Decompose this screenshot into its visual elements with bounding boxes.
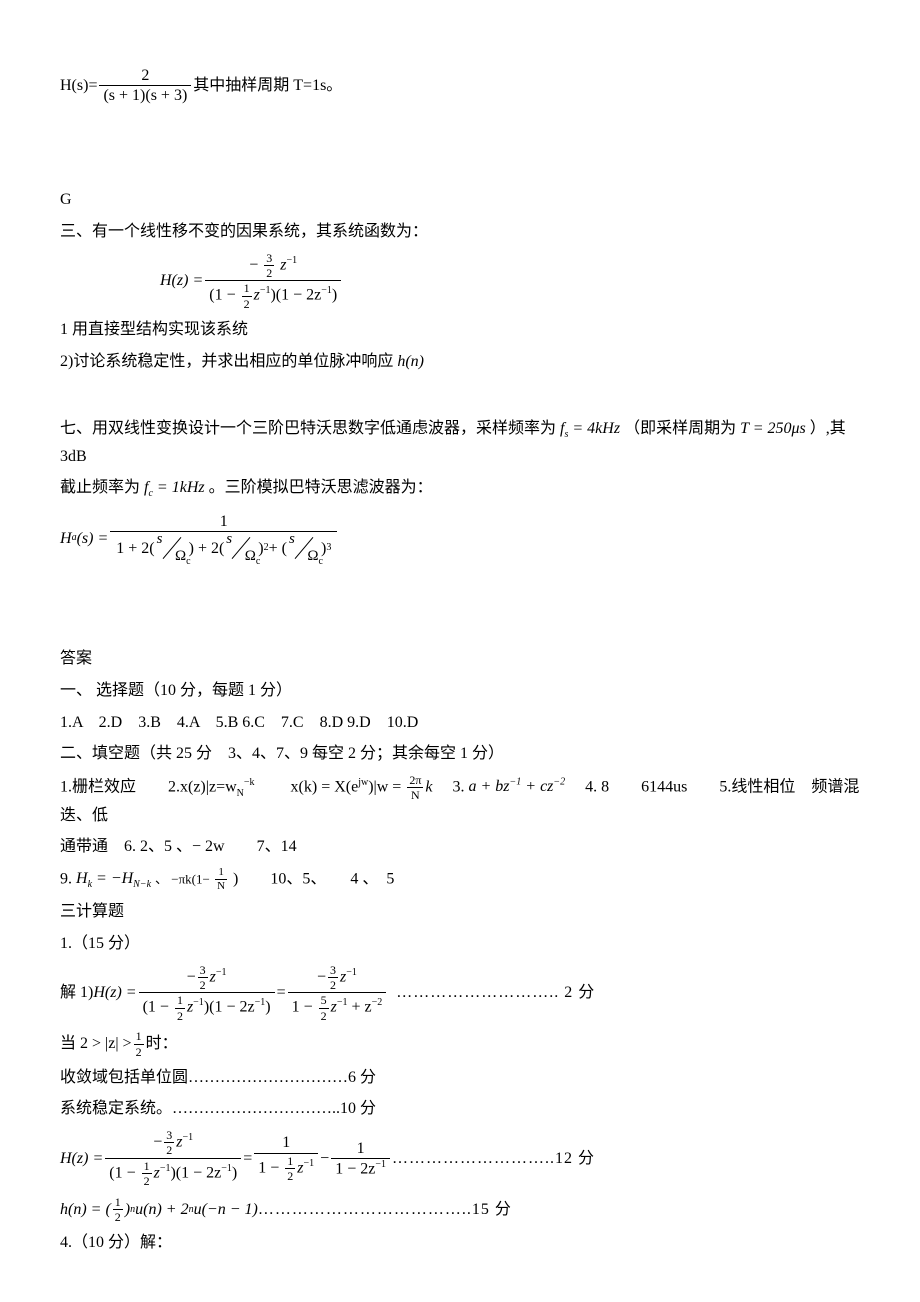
g-label: G bbox=[60, 187, 860, 213]
cs6-c: u(n) + 2 bbox=[135, 1197, 188, 1223]
q7f-lhs: H bbox=[60, 526, 72, 552]
ans-header: 答案 bbox=[60, 646, 860, 672]
af3-c: ) 10、5、 4 、 5 bbox=[233, 870, 394, 887]
calc-s3: 收敛域包括单位圆…………………………6 分 bbox=[60, 1065, 860, 1091]
cs2-b: 时： bbox=[146, 1031, 178, 1057]
q7-e: 。三阶模拟巴特沃思滤波器为： bbox=[209, 479, 433, 496]
cs5-frac1: −32z−1 (1 − 12z−1)(1 − 2z−1) bbox=[105, 1128, 241, 1189]
af1-c: 3. bbox=[436, 778, 464, 795]
af3-a: 9. bbox=[60, 870, 76, 887]
cs1-mid: = bbox=[277, 980, 286, 1006]
ans-fill1: 1.栅栏效应 2.x(z)|z=wN−k x(k) = X(ejw)|w = 2… bbox=[60, 773, 860, 828]
calc1: 1.（15 分） bbox=[60, 931, 860, 957]
cs5-frac3: 1 1 − 2z−1 bbox=[331, 1139, 390, 1179]
calc-title: 三计算题 bbox=[60, 899, 860, 925]
calc-s4: 系统稳定系统。…………………………..10 分 bbox=[60, 1096, 860, 1122]
af3-frac: 1N bbox=[215, 866, 227, 893]
cs5-lhs: H(z) = bbox=[60, 1146, 103, 1172]
cs5-mid: = bbox=[243, 1146, 252, 1172]
calc4: 4.（10 分）解： bbox=[60, 1230, 860, 1256]
ans-fill2: 通带通 6. 2、5 、− 2w 7、14 bbox=[60, 834, 860, 860]
ans-mc-title: 一、 选择题（10 分，每题 1 分） bbox=[60, 678, 860, 704]
cs1-frac2: −32z−1 1 − 52z−1 + z−2 bbox=[288, 963, 387, 1024]
cs5-dots: ………………………..12 分 bbox=[392, 1146, 595, 1172]
q7f-frac: 1 1 + 2( sΩc ) + 2( sΩc )2 + ( sΩc )3 bbox=[110, 512, 337, 564]
cs6-a: h(n) = ( bbox=[60, 1197, 111, 1223]
q3-p1: 1 用直接型结构实现该系统 bbox=[60, 317, 860, 343]
cs6-dots: ………………………………..15 分 bbox=[258, 1197, 512, 1223]
cs5-minus: − bbox=[320, 1146, 329, 1172]
cs5-frac2: 1 1 − 12z−1 bbox=[254, 1133, 318, 1183]
hs-lhs: H(s)= bbox=[60, 73, 97, 99]
cs1-dots: ……………………….. 2 分 bbox=[396, 980, 595, 1006]
af1-a: 1.栅栏效应 2.x(z)|z=w bbox=[60, 778, 237, 795]
q3-formula: H(z) = − 3 2 z−1 (1 − 12z−1)(1 − 2z−1) bbox=[160, 251, 860, 312]
ans-mc: 1.A 2.D 3.B 4.A 5.B 6.C 7.C 8.D 9.D 10.D bbox=[60, 710, 860, 736]
af1-b: x(k) = X(e bbox=[259, 778, 359, 795]
af1-asub: N bbox=[237, 788, 244, 799]
af1-b2: )|w = bbox=[368, 778, 405, 795]
cs6-frac: 12 bbox=[113, 1195, 123, 1225]
q3-lhs: H(z) = bbox=[160, 268, 203, 294]
calc-s6: h(n) = ( 12 )n u(n) + 2n u(−n − 1) ……………… bbox=[60, 1195, 860, 1225]
ans-fill3: 9. Hk = −HN−k 、 −πk(1− 1N ) 10、5、 4 、 5 bbox=[60, 866, 860, 894]
q3-p2: 2)讨论系统稳定性，并求出相应的单位脉冲响应 h(n) bbox=[60, 349, 860, 375]
hs-frac: 2 (s + 1)(s + 3) bbox=[99, 66, 191, 105]
calc-s2: 当 2 > |z| > 12 时： bbox=[60, 1029, 860, 1059]
cs1-lhs2: H(z) = bbox=[93, 980, 136, 1006]
top-formula: H(s)= 2 (s + 1)(s + 3) 其中抽样周期 T=1s。 bbox=[60, 66, 860, 105]
q3-p2-text: 2)讨论系统稳定性，并求出相应的单位脉冲响应 bbox=[60, 353, 393, 370]
q7-fc: fc = 1kHz bbox=[144, 479, 205, 496]
cs1-lhs: 解 1) bbox=[60, 980, 93, 1006]
q7f-lhs2: (s) = bbox=[77, 526, 109, 552]
q3-p2-hn: h(n) bbox=[397, 353, 424, 370]
q7-fs: fs = 4kHz bbox=[560, 420, 620, 437]
q7-a: 七、用双线性变换设计一个三阶巴特沃思数字低通虑波器，采样频率为 bbox=[60, 420, 556, 437]
hs-tail: 其中抽样周期 T=1s。 bbox=[193, 73, 342, 99]
q7-b: （即采样周期为 bbox=[624, 420, 736, 437]
af1-frac: 2πN bbox=[407, 773, 423, 803]
af3-b: 、 −πk(1− bbox=[155, 871, 213, 886]
af3-hk: Hk = −HN−k bbox=[76, 870, 151, 887]
q7-line1: 七、用双线性变换设计一个三阶巴特沃思数字低通虑波器，采样频率为 fs = 4kH… bbox=[60, 416, 860, 469]
q7-line2: 截止频率为 fc = 1kHz 。三阶模拟巴特沃思滤波器为： bbox=[60, 475, 860, 502]
q7-formula: Ha(s) = 1 1 + 2( sΩc ) + 2( sΩc )2 + ( s… bbox=[60, 512, 860, 564]
af1-asup: −k bbox=[244, 777, 255, 788]
cs1-frac1: −32z−1 (1 − 12z−1)(1 − 2z−1) bbox=[139, 963, 275, 1024]
cs2-frac: 12 bbox=[134, 1029, 144, 1059]
calc-s5: H(z) = −32z−1 (1 − 12z−1)(1 − 2z−1) = 1 … bbox=[60, 1128, 860, 1189]
af1-k: k bbox=[425, 778, 432, 795]
cs6-d: u(−n − 1) bbox=[194, 1197, 258, 1223]
cs2-a: 当 2 > |z| > bbox=[60, 1031, 132, 1057]
q7-d: 截止频率为 bbox=[60, 479, 140, 496]
q3-frac: − 3 2 z−1 (1 − 12z−1)(1 − 2z−1) bbox=[205, 251, 341, 312]
q3-intro: 三、有一个线性移不变的因果系统，其系统函数为： bbox=[60, 219, 860, 245]
af1-expr: a + bz−1 + cz−2 bbox=[469, 778, 566, 795]
ans-fill-title: 二、填空题（共 25 分 3、4、7、9 每空 2 分；其余每空 1 分） bbox=[60, 741, 860, 767]
af1-bsup: jw bbox=[358, 777, 368, 788]
q7-T: T = 250μs bbox=[740, 420, 806, 437]
calc-s1: 解 1) H(z) = −32z−1 (1 − 12z−1)(1 − 2z−1)… bbox=[60, 963, 860, 1024]
